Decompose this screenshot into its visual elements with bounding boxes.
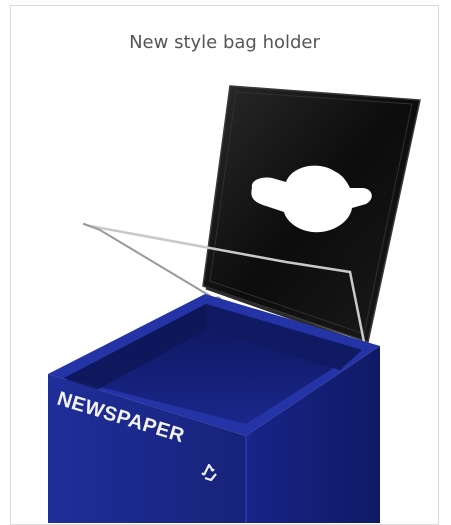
product-photo: NEWSPAPER: [48, 85, 421, 523]
